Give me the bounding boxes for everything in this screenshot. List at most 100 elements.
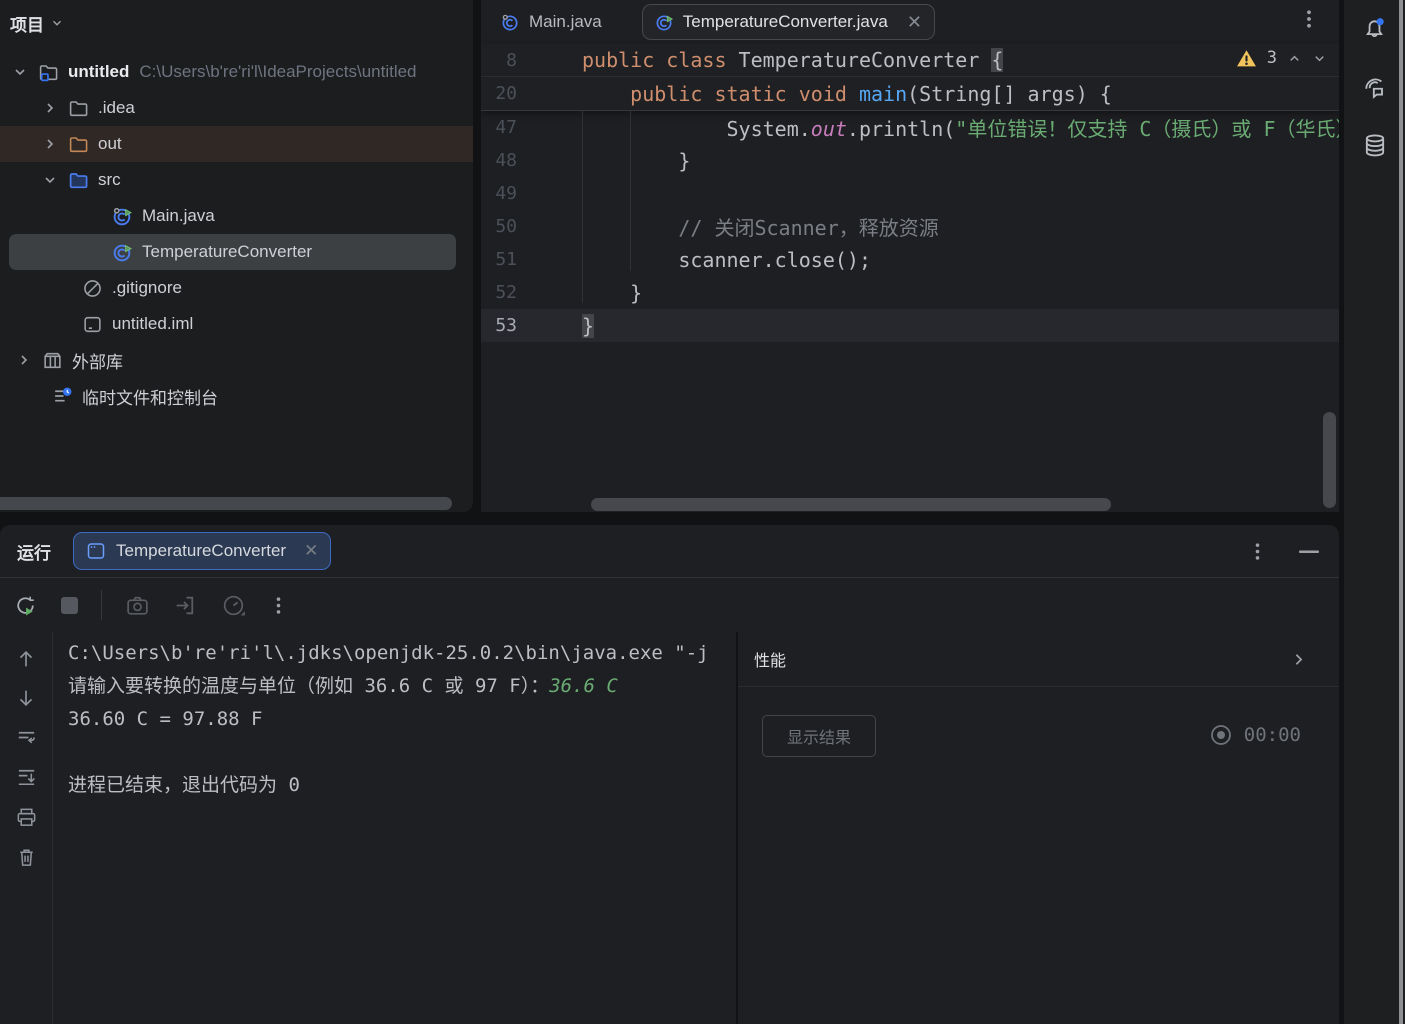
tree-item-src-folder[interactable]: src <box>0 162 473 198</box>
scroll-up-button[interactable] <box>15 648 37 670</box>
run-panel-title: 运行 <box>17 539 51 564</box>
code-line-50[interactable]: 50 // 关闭Scanner，释放资源 <box>481 210 1339 243</box>
ai-assistant-icon <box>1361 73 1389 101</box>
tree-item-main-java[interactable]: Main.java <box>0 198 473 234</box>
tab-main-java[interactable]: Main.java <box>489 4 614 40</box>
tree-item-scratches[interactable]: 临时文件和控制台 <box>0 378 473 414</box>
run-toolbar <box>0 578 1339 632</box>
performance-title: 性能 <box>754 647 786 671</box>
line-number: 52 <box>481 282 517 303</box>
warning-count: 3 <box>1267 48 1277 68</box>
run-content: C:\Users\b're'ri'l\.jdks\openjdk-25.0.2\… <box>0 632 1339 1024</box>
code-line-51[interactable]: 51 scanner.close(); <box>481 243 1339 276</box>
tab-label: Main.java <box>529 12 602 32</box>
database-button[interactable] <box>1344 122 1405 170</box>
line-number: 53 <box>481 315 517 336</box>
performance-panel: 性能 显示结果 00:00 <box>738 632 1339 1024</box>
toolbar-kebab-icon[interactable] <box>271 597 286 614</box>
console-prompt-line: 请输入要转换的温度与单位（例如 36.6 C 或 97 F）：36.6 C <box>68 670 736 703</box>
code-area[interactable]: 47 System.out.println("单位错误！仅支持 C（摄氏）或 F… <box>481 111 1339 342</box>
scroll-to-end-button[interactable] <box>15 766 38 789</box>
project-horizontal-scrollbar[interactable] <box>0 497 452 510</box>
code-line-20[interactable]: 20 public static void main(String[] args… <box>481 77 1339 110</box>
rerun-button[interactable] <box>13 593 38 618</box>
profiler-gauge-button[interactable] <box>221 593 248 618</box>
code-line-52[interactable]: 52 } <box>481 276 1339 309</box>
inspections-widget[interactable]: 3 <box>1236 48 1327 68</box>
tree-item-label: TemperatureConverter <box>142 242 312 262</box>
chevron-right-icon[interactable] <box>42 100 58 116</box>
tree-item-label: 外部库 <box>72 348 123 373</box>
soft-wrap-button[interactable] <box>15 726 38 749</box>
tree-item-label: out <box>98 134 122 154</box>
chevron-right-icon[interactable] <box>16 352 32 368</box>
code-line-48[interactable]: 48 } <box>481 144 1339 177</box>
line-number: 50 <box>481 216 517 237</box>
console-blank-line <box>68 736 736 769</box>
run-options-kebab-icon[interactable] <box>1250 543 1265 560</box>
editor-horizontal-scrollbar[interactable] <box>591 498 1111 511</box>
tree-item-label: src <box>98 170 121 190</box>
window-edge-scrollbar[interactable] <box>1399 0 1403 1024</box>
run-tab-temperature-converter[interactable]: TemperatureConverter ✕ <box>73 532 331 570</box>
chevron-right-icon[interactable] <box>42 136 58 152</box>
folder-icon <box>68 98 89 119</box>
toolbar-separator <box>101 590 102 620</box>
tree-item-untitled-iml[interactable]: untitled.iml <box>0 306 473 342</box>
tree-item-out-folder[interactable]: out <box>0 126 473 162</box>
scratch-files-icon <box>52 386 73 407</box>
print-button[interactable] <box>15 806 38 829</box>
stop-button[interactable] <box>61 597 78 614</box>
tab-temperature-converter-java[interactable]: TemperatureConverter.java ✕ <box>642 4 935 40</box>
run-tool-window: 运行 TemperatureConverter ✕ <box>0 525 1339 1024</box>
attach-profiler-button[interactable] <box>173 593 198 618</box>
chevron-down-icon <box>50 16 64 30</box>
project-panel-header[interactable]: 项目 <box>0 0 473 36</box>
code-line-47[interactable]: 47 System.out.println("单位错误！仅支持 C（摄氏）或 F… <box>481 111 1339 144</box>
project-panel-title: 项目 <box>10 11 44 36</box>
console-output[interactable]: C:\Users\b're'ri'l\.jdks\openjdk-25.0.2\… <box>54 632 736 1024</box>
ai-assistant-button[interactable] <box>1344 63 1405 111</box>
tree-item-label: untitled <box>68 62 129 82</box>
chevron-right-icon[interactable] <box>1290 651 1307 668</box>
run-panel-header: 运行 TemperatureConverter ✕ <box>0 525 1339 578</box>
tree-item-idea-folder[interactable]: .idea <box>0 90 473 126</box>
chevron-down-icon[interactable] <box>42 172 58 188</box>
code-line-8[interactable]: 8 public class TemperatureConverter { 3 <box>481 44 1339 77</box>
performance-header[interactable]: 性能 <box>738 632 1339 687</box>
run-tab-label: TemperatureConverter <box>116 541 286 561</box>
source-folder-icon <box>68 170 89 191</box>
chevron-down-icon[interactable] <box>12 64 28 80</box>
record-icon <box>1210 724 1232 746</box>
previous-problem-icon[interactable] <box>1287 51 1302 66</box>
console-exit-line: 进程已结束，退出代码为 0 <box>68 769 736 802</box>
java-class-icon <box>501 13 520 32</box>
line-number: 8 <box>481 50 517 71</box>
notifications-button[interactable] <box>1344 4 1405 52</box>
tree-item-external-libraries[interactable]: 外部库 <box>0 342 473 378</box>
tree-item-temperature-converter[interactable]: TemperatureConverter <box>9 234 456 270</box>
editor-vertical-scrollbar[interactable] <box>1323 412 1336 508</box>
clear-console-button[interactable] <box>15 846 38 869</box>
show-results-button[interactable]: 显示结果 <box>762 715 876 757</box>
tree-item-label: .gitignore <box>112 278 182 298</box>
minimize-icon[interactable] <box>1299 550 1319 554</box>
java-class-icon <box>112 242 133 263</box>
close-run-tab-icon[interactable]: ✕ <box>304 541 318 561</box>
tree-item-gitignore[interactable]: .gitignore <box>0 270 473 306</box>
scroll-down-button[interactable] <box>15 687 37 709</box>
excluded-folder-icon <box>68 134 89 155</box>
editor-options-kebab-icon[interactable] <box>1301 10 1317 28</box>
tree-item-label: .idea <box>98 98 135 118</box>
next-problem-icon[interactable] <box>1312 51 1327 66</box>
code-line-49[interactable]: 49 <box>481 177 1339 210</box>
capture-snapshot-button[interactable] <box>125 593 150 618</box>
line-number: 49 <box>481 183 517 204</box>
warning-icon <box>1236 49 1257 68</box>
close-tab-icon[interactable]: ✕ <box>907 12 922 33</box>
line-number: 48 <box>481 150 517 171</box>
code-line-53[interactable]: 53 } <box>481 309 1339 342</box>
tree-item-untitled[interactable]: untitled C:\Users\b're'ri'l\IdeaProjects… <box>0 54 473 90</box>
right-tool-window-stripe <box>1344 0 1405 1024</box>
java-class-icon <box>112 206 133 227</box>
